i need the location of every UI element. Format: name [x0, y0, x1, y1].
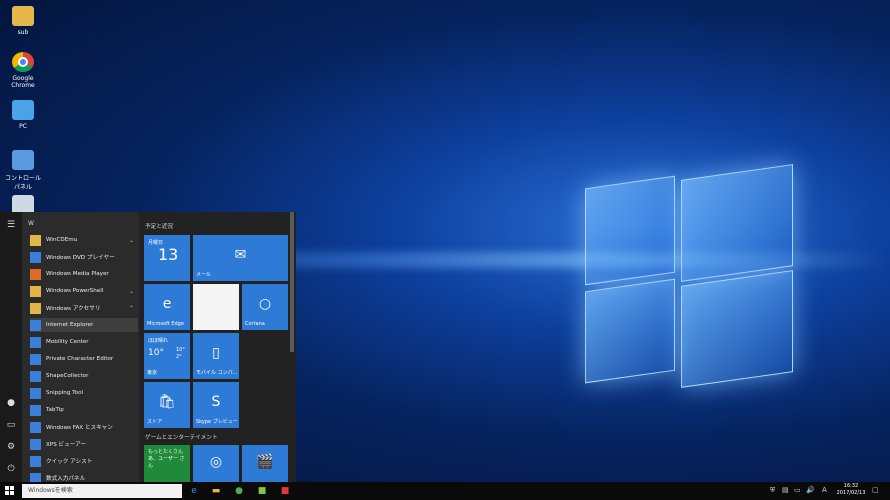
- tile-edge[interactable]: e Microsoft Edge: [144, 284, 190, 330]
- mail-icon: ✉: [234, 247, 247, 264]
- media-player-icon: [30, 268, 41, 280]
- folder-icon: [30, 234, 41, 246]
- tile-mobile-companion[interactable]: ▯ モバイル コンパ...: [193, 333, 239, 379]
- edge-taskbar-icon[interactable]: e: [188, 485, 200, 497]
- edge-icon: e: [162, 296, 172, 313]
- app-item[interactable]: Private Character Editor: [30, 352, 138, 366]
- cortana-icon: ○: [258, 296, 272, 313]
- tile-skype[interactable]: S Skype プレビュー: [193, 382, 239, 428]
- app-taskbar-icon[interactable]: ■: [256, 485, 268, 497]
- logo-pane: [585, 175, 675, 286]
- settings-gear-icon[interactable]: ⚙: [5, 442, 17, 452]
- keyboard-icon: [30, 404, 41, 416]
- app-item[interactable]: XPS ビューアー: [30, 437, 138, 451]
- control-panel-icon: [12, 150, 34, 170]
- tile-weather[interactable]: ほぼ晴れ 10° 10° 2° 東京: [144, 333, 190, 379]
- app-item[interactable]: クイック アシスト: [30, 454, 138, 468]
- user-icon[interactable]: ●: [5, 398, 17, 408]
- app-item[interactable]: WinCDEmu ⌄: [30, 233, 138, 247]
- tile-store[interactable]: 🛍 ストア: [144, 382, 190, 428]
- app-item[interactable]: Windows DVD プレイヤー: [30, 250, 138, 264]
- disc-icon: ◎: [209, 453, 223, 470]
- logo-pane: [681, 164, 793, 282]
- letter-header[interactable]: W: [28, 220, 34, 227]
- film-icon: 🎬: [256, 453, 274, 470]
- start-button[interactable]: [5, 486, 15, 496]
- app-item[interactable]: ShapeCollector: [30, 369, 138, 383]
- app-item[interactable]: Windows アクセサリ ⌃: [30, 301, 138, 315]
- documents-icon[interactable]: ▭: [5, 420, 17, 430]
- network-icon[interactable]: ▤: [782, 486, 789, 494]
- app-item[interactable]: TabTip: [30, 403, 138, 417]
- volume-icon[interactable]: 🔊: [806, 486, 815, 494]
- folder-icon: [30, 302, 41, 314]
- app2-taskbar-icon[interactable]: ■: [279, 485, 291, 497]
- dvd-icon: [30, 251, 41, 263]
- tile-xbox-promo[interactable]: もっとたくさん あ、ユーザー さん: [144, 445, 190, 483]
- chrome-taskbar-icon[interactable]: ●: [233, 485, 245, 497]
- skype-icon: S: [211, 394, 221, 411]
- taskbar-search-input[interactable]: Windowsを検索: [22, 484, 182, 498]
- battery-icon[interactable]: ▭: [794, 486, 801, 494]
- clock[interactable]: 16:32 2017/02/13: [836, 483, 866, 497]
- desktop-icon-pc[interactable]: PC: [4, 100, 42, 130]
- shield-icon[interactable]: ⛨: [770, 486, 775, 495]
- ime-indicator[interactable]: A: [822, 486, 827, 494]
- desktop-icon-chrome[interactable]: Google Chrome: [4, 52, 42, 89]
- tile-group-header: 予定と近況: [145, 224, 173, 230]
- ie-icon: [30, 319, 41, 331]
- folder-icon: [30, 285, 41, 297]
- scissors-icon: [30, 387, 41, 399]
- tile-movies[interactable]: 🎬: [242, 445, 288, 483]
- power-icon[interactable]: ⏻: [5, 464, 17, 474]
- tile-calendar[interactable]: 月曜日 13: [144, 235, 190, 281]
- logo-pane: [585, 278, 675, 384]
- fax-icon: [30, 421, 41, 433]
- app-list: W WinCDEmu ⌄ Windows DVD プレイヤー Windows Me…: [22, 212, 161, 484]
- logo-pane: [681, 270, 793, 388]
- tile-area: 予定と近況 月曜日 13 ✉ メール e Microsoft Edge ○ Co…: [139, 212, 296, 483]
- windows-logo-wallpaper: [585, 160, 795, 390]
- tile-browser-preview[interactable]: [193, 284, 239, 330]
- hamburger-icon[interactable]: ☰: [5, 220, 17, 230]
- chevron-down-icon: ⌄: [128, 287, 134, 295]
- folder-icon: [12, 6, 34, 26]
- start-menu: ☰ ● ▭ ⚙ ⏻ W WinCDEmu ⌄ Windows DVD プレイヤー …: [0, 212, 296, 484]
- chevron-down-icon: ⌄: [128, 236, 134, 244]
- tile-mail[interactable]: ✉ メール: [193, 235, 288, 281]
- tile-groove[interactable]: ◎: [193, 445, 239, 483]
- explorer-taskbar-icon[interactable]: ▬: [210, 485, 222, 497]
- store-icon: 🛍: [158, 394, 176, 411]
- tile-group-header: ゲームとエンターテイメント: [145, 435, 218, 441]
- tile-scrollbar[interactable]: [290, 212, 294, 352]
- desktop-icon-control-panel[interactable]: コントロール パネル: [4, 150, 42, 191]
- shape-icon: [30, 370, 41, 382]
- app-item-selected[interactable]: Internet Explorer: [30, 318, 138, 332]
- app-item[interactable]: Windows Media Player: [30, 267, 138, 281]
- desktop-icon-sub[interactable]: sub: [4, 6, 42, 36]
- chevron-up-icon: ⌃: [128, 304, 134, 312]
- app-item[interactable]: Snipping Tool: [30, 386, 138, 400]
- tile-cortana[interactable]: ○ Cortana: [242, 284, 288, 330]
- app-item[interactable]: Windows PowerShell ⌄: [30, 284, 138, 298]
- app-item[interactable]: Windows FAX とスキャン: [30, 420, 138, 434]
- xps-icon: [30, 438, 41, 450]
- char-editor-icon: [30, 353, 41, 365]
- phone-icon: ▯: [212, 345, 220, 362]
- pc-icon: [12, 100, 34, 120]
- start-rail: ☰ ● ▭ ⚙ ⏻: [0, 212, 22, 483]
- chrome-icon: [12, 52, 34, 72]
- assist-icon: [30, 455, 41, 467]
- app-item[interactable]: Mobility Center: [30, 335, 138, 349]
- mobility-icon: [30, 336, 41, 348]
- taskbar: Windowsを検索 e ▬ ● ■ ■ ⛨ ▤ ▭ 🔊 A 16:32 201…: [0, 482, 890, 500]
- notification-icon[interactable]: ▢: [872, 486, 879, 494]
